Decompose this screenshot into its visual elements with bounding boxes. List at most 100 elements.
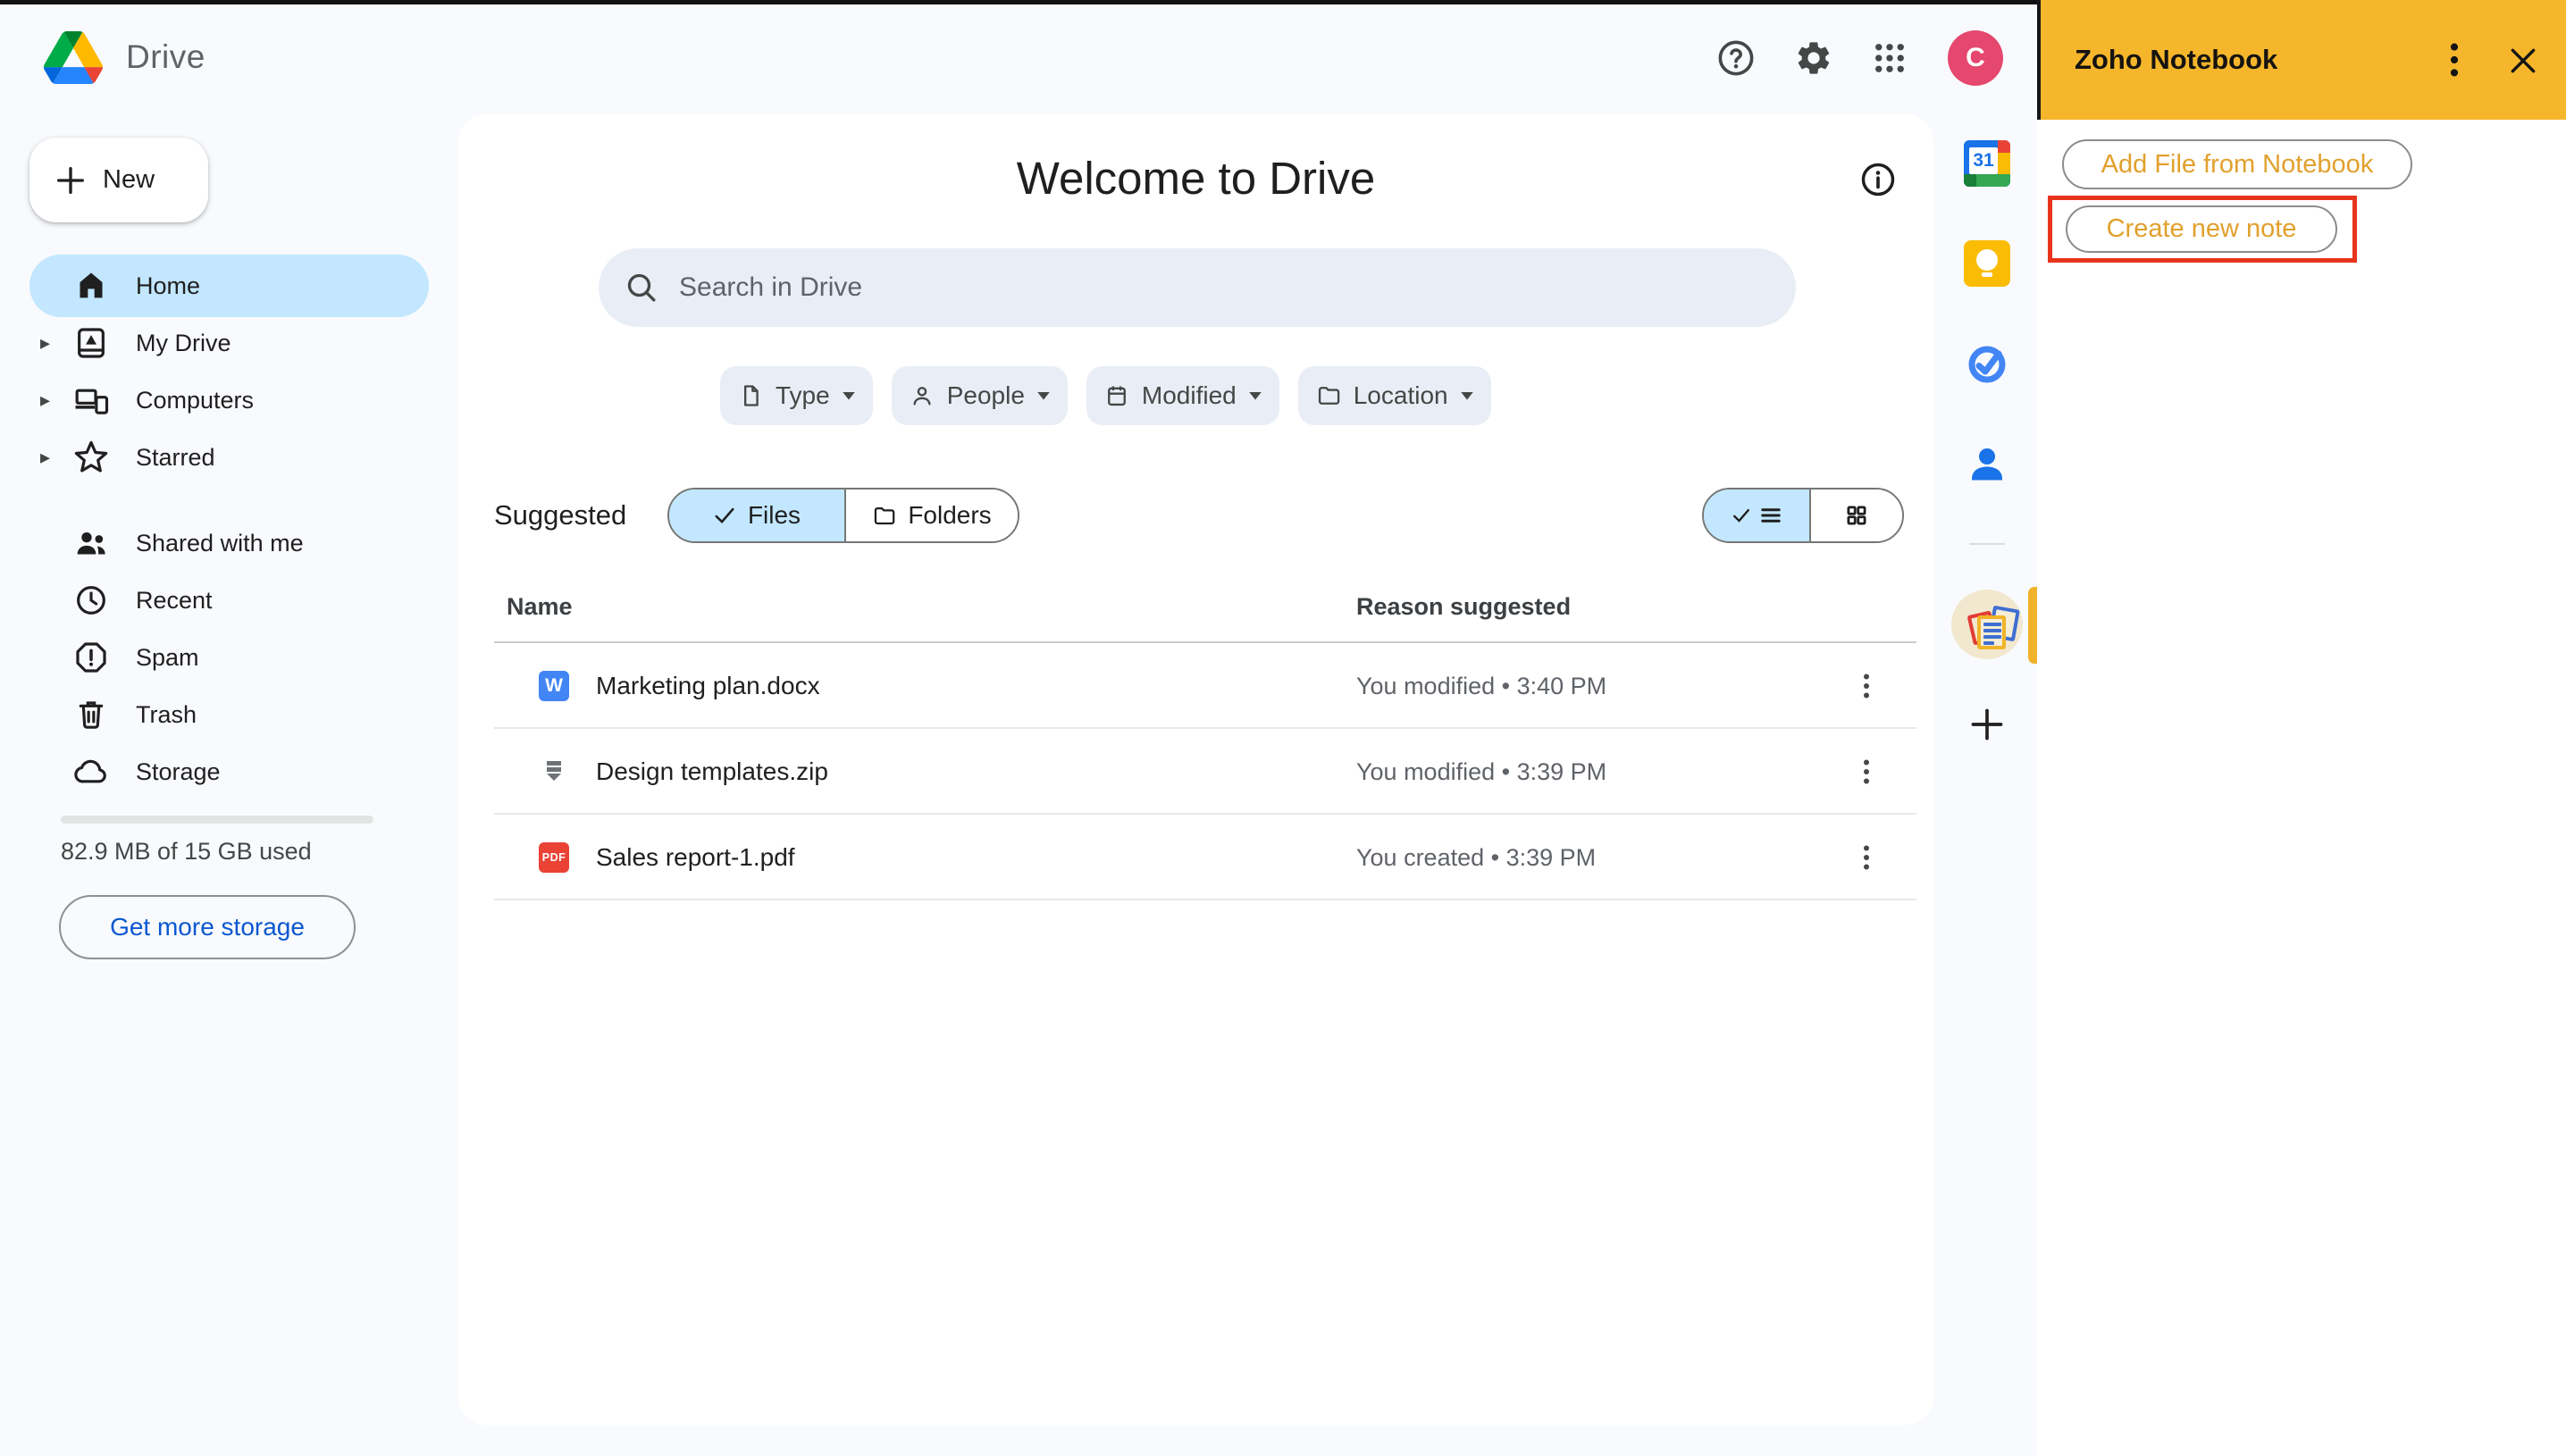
chevron-right-icon: ▸ <box>40 446 58 469</box>
file-reason: You modified • 3:40 PM <box>1356 643 1606 729</box>
sidebar-item-label: Storage <box>136 758 221 786</box>
files-folders-toggle: Files Folders <box>667 488 1019 543</box>
sidebar-item-label: Spam <box>136 644 199 672</box>
google-calendar-icon: 31 <box>1964 140 2010 187</box>
add-file-from-notebook-label: Add File from Notebook <box>2101 150 2374 180</box>
trash-icon <box>71 695 111 734</box>
companion-keep-button[interactable] <box>1955 231 2019 296</box>
star-icon <box>71 438 111 477</box>
companion-calendar-button[interactable]: 31 <box>1955 131 2019 196</box>
check-icon <box>1732 506 1751 525</box>
companion-tasks-button[interactable] <box>1955 332 2019 397</box>
search-input[interactable] <box>679 261 1796 314</box>
gear-icon <box>1794 38 1833 78</box>
file-row-sales-report[interactable]: PDF Sales report-1.pdf You created • 3:3… <box>494 815 1916 900</box>
zip-file-icon <box>539 757 569 787</box>
grid-view-button[interactable] <box>1809 490 1902 541</box>
sidebar-item-label: Recent <box>136 587 213 615</box>
sidebar-nav-secondary: Shared with me Recent Spam <box>0 515 458 800</box>
google-keep-icon <box>1964 240 2010 287</box>
my-drive-icon <box>71 323 111 363</box>
file-row-marketing-plan[interactable]: W Marketing plan.docx You modified • 3:4… <box>494 643 1916 729</box>
account-avatar[interactable]: C <box>1948 30 2003 86</box>
check-icon <box>713 504 736 527</box>
zoho-notebook-panel: Zoho Notebook Add File from Notebook Cre… <box>2037 0 2566 1456</box>
file-reason: You created • 3:39 PM <box>1356 815 1596 900</box>
panel-menu-button[interactable] <box>2437 38 2471 81</box>
computers-icon <box>71 381 111 420</box>
chevron-down-icon <box>1037 392 1050 400</box>
companion-zoho-notebook-button[interactable] <box>1961 598 2025 663</box>
sidebar-item-storage[interactable]: Storage <box>0 743 458 800</box>
calendar-day-number: 31 <box>1973 150 1993 172</box>
search-bar[interactable] <box>599 248 1796 327</box>
shared-people-icon <box>71 523 111 563</box>
drive-logo[interactable]: Drive <box>44 21 205 93</box>
cloud-icon <box>71 752 111 791</box>
folder-icon <box>872 504 896 528</box>
files-toggle[interactable]: Files <box>669 490 844 541</box>
file-reason: You modified • 3:39 PM <box>1356 729 1606 815</box>
folders-toggle-label: Folders <box>908 501 991 530</box>
folders-toggle[interactable]: Folders <box>844 490 1018 541</box>
apps-grid-button[interactable] <box>1868 37 1911 79</box>
get-more-storage-button[interactable]: Get more storage <box>59 895 356 959</box>
sidebar-item-my-drive[interactable]: ▸ My Drive <box>0 314 458 372</box>
info-button[interactable] <box>1857 159 1899 200</box>
create-new-note-button[interactable]: Create new note <box>2066 205 2337 253</box>
file-name: Marketing plan.docx <box>596 643 820 729</box>
home-icon <box>71 266 111 305</box>
filter-chip-people[interactable]: People <box>892 366 1068 425</box>
add-file-from-notebook-button[interactable]: Add File from Notebook <box>2062 139 2412 189</box>
filter-chip-type[interactable]: Type <box>720 366 873 425</box>
sidebar-item-starred[interactable]: ▸ Starred <box>0 429 458 486</box>
filter-chip-modified[interactable]: Modified <box>1086 366 1279 425</box>
search-icon <box>624 270 659 305</box>
app-name: Drive <box>126 38 205 76</box>
strip-divider <box>1969 543 2005 545</box>
filter-chip-label: Location <box>1354 381 1448 410</box>
table-header-row: Name Reason suggested <box>494 572 1916 643</box>
storage-usage-text: 82.9 MB of 15 GB used <box>61 838 312 866</box>
settings-button[interactable] <box>1792 37 1835 79</box>
file-row-design-templates[interactable]: Design templates.zip You modified • 3:39… <box>494 729 1916 815</box>
row-more-actions-button[interactable] <box>1849 754 1884 790</box>
new-button-label: New <box>103 165 155 195</box>
help-button[interactable] <box>1715 37 1757 79</box>
spam-icon <box>71 638 111 677</box>
page-title: Welcome to Drive <box>458 152 1933 205</box>
filter-chip-location[interactable]: Location <box>1298 366 1491 425</box>
sidebar-item-shared-with-me[interactable]: Shared with me <box>0 515 458 572</box>
name-column-header[interactable]: Name <box>507 593 573 621</box>
view-toggle <box>1702 488 1904 543</box>
chevron-right-icon: ▸ <box>40 389 58 412</box>
info-icon <box>1858 160 1898 199</box>
drive-logo-icon <box>44 31 103 84</box>
chevron-down-icon <box>1461 392 1473 400</box>
plus-icon <box>53 163 88 198</box>
new-button[interactable]: New <box>29 138 208 222</box>
sidebar-item-recent[interactable]: Recent <box>0 572 458 629</box>
google-tasks-icon <box>1964 341 2010 388</box>
sidebar-item-computers[interactable]: ▸ Computers <box>0 372 458 429</box>
sidebar-item-label: My Drive <box>136 330 231 357</box>
chevron-right-icon: ▸ <box>40 331 58 355</box>
companion-contacts-button[interactable] <box>1955 432 2019 497</box>
add-addon-button[interactable] <box>1966 703 2008 746</box>
row-more-actions-button[interactable] <box>1849 668 1884 704</box>
chevron-down-icon <box>843 392 855 400</box>
sidebar-item-trash[interactable]: Trash <box>0 686 458 743</box>
person-icon <box>910 383 935 408</box>
list-view-button[interactable] <box>1704 490 1809 541</box>
row-more-actions-button[interactable] <box>1849 840 1884 875</box>
google-contacts-icon <box>1964 441 2010 488</box>
panel-close-button[interactable] <box>2503 41 2543 80</box>
folder-icon <box>1316 383 1341 408</box>
sidebar-item-home[interactable]: Home <box>0 257 458 314</box>
file-icon <box>738 383 763 408</box>
reason-column-header[interactable]: Reason suggested <box>1356 593 1571 621</box>
sidebar-item-spam[interactable]: Spam <box>0 629 458 686</box>
get-more-storage-label: Get more storage <box>110 913 305 941</box>
file-name: Design templates.zip <box>596 729 828 815</box>
filter-chip-label: People <box>947 381 1025 410</box>
